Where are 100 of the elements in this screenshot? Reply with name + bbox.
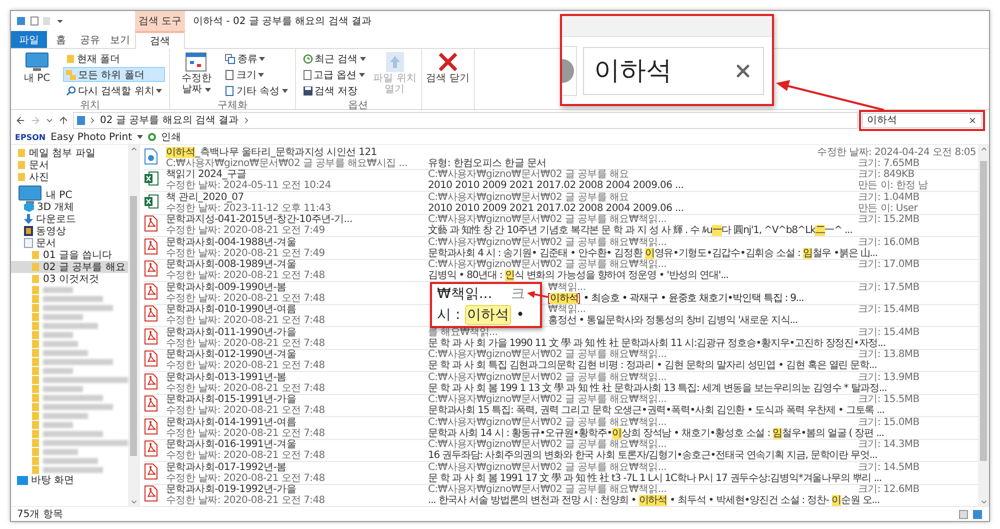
- ribbon-button[interactable]: 종류: [222, 51, 291, 66]
- ribbon-button[interactable]: 수정한 날짜: [174, 51, 218, 98]
- blurred-label: [43, 422, 73, 428]
- pdf-file-icon: [144, 282, 158, 300]
- folder-icon: [77, 116, 85, 124]
- snippet-text: 16 권두좌담: 사회주의권의 변화와 한국 사회 토론자/김형기•송호근•전태국 연속기획 지금, 문학이란 무엇...: [428, 450, 878, 462]
- nav-item[interactable]: 바탕 화면: [11, 474, 128, 486]
- forward-icon[interactable]: [30, 114, 41, 126]
- file-details: 크기: 15.4MB: [858, 304, 920, 316]
- file-name: 책읽기 2024_구글: [166, 169, 246, 180]
- file-row[interactable]: 문학과사회-012-1990년-겨울 수정한 날짜: 2020-08-21 오전 7:48 C:₩사용자₩gizno₩문서₩02 글 공부를 해요₩책읽... 크기: 13.8MB 문 학 과 사 회 특집 김현과그의문학 김현 비평 : 정과리 • 김현 문학의 말자리 성민엽 • 김현 혹은 열린 문학...: [144, 350, 978, 372]
- pdf-file-icon: [144, 440, 158, 458]
- scrollbar[interactable]: [978, 145, 989, 506]
- file-row[interactable]: 문학과사회-019-1992년-가을 수정한 날짜: 2020-08-21 오전 7:48 C:₩사용자₩gizno₩문서₩02 글 공부를 해요₩책읽... 크기: 12.6MB ... 한국사 서술 방법론의 변천과 전망 시 : 천양희 • 이하석 • 최두석 • 박세현•양진건 소설 : 정찬- 이순원 오...: [144, 484, 978, 507]
- nav-item[interactable]: 내 PC: [11, 189, 128, 201]
- file-name: 이하석_측백나무 울타리_문학과지성 시인선 121: [166, 146, 377, 158]
- up-icon[interactable]: [58, 114, 69, 126]
- file-path: C:₩사용자₩gizno₩문서₩02 글 공부를 해요₩책읽...: [428, 236, 667, 248]
- clear-icon[interactable]: [968, 116, 977, 124]
- download-icon: [24, 214, 33, 224]
- blurred-label: [43, 358, 113, 364]
- highlighted-match: 이하석: [465, 305, 512, 325]
- scroll-up-icon[interactable]: [130, 145, 138, 153]
- ribbon-tab[interactable]: 보기: [105, 31, 135, 48]
- back-icon[interactable]: [15, 114, 26, 126]
- file-details: 크기: 16.0MB: [858, 236, 920, 248]
- file-details: 수정한 날짜: 2020-08-21 오전 7:48: [166, 338, 325, 349]
- ribbon-tab[interactable]: 홈: [47, 31, 75, 48]
- file-details: 수정한 날짜: 2020-08-21 오전 7:48: [166, 495, 325, 506]
- file-path: ₩책읽...: [548, 282, 586, 293]
- scroll-up-icon[interactable]: [980, 145, 988, 153]
- ribbon-tab[interactable]: 공유: [75, 31, 105, 48]
- ribbon-button[interactable]: 현재 폴더: [63, 51, 166, 66]
- file-row[interactable]: 문학과사회-013-1991년-봄 수정한 날짜: 2020-08-21 오전 7:48 C:₩사용자₩gizno₩문서₩02 글 공부를 해요₩책읽... 크기: 13.9MB 문 학 과 사 회 봄 199 1 13 文 學 과 知 性 社 문학과사회 13 특집: 세계 변동을 보는우리의눈 김영수 * 탈과정...: [144, 372, 978, 394]
- snippet-text: 2010 2010 2009 2021 2017.02 2008 2004 2009.06 ...: [428, 202, 684, 214]
- ribbon-button[interactable]: 기타 속성: [222, 83, 291, 98]
- pdf-file-icon: [144, 215, 158, 232]
- file-name: 문학과사회-014-1991년-여름: [166, 416, 296, 428]
- file-path: C:₩사용자₩gizno₩문서₩02 글 공부를 해요₩책읽...: [428, 462, 667, 473]
- ribbon-button[interactable]: 모든 하위 폴더: [63, 67, 166, 82]
- ribbon-button[interactable]: 고급 옵션: [300, 67, 369, 82]
- pdf-file-icon: [144, 418, 158, 435]
- document-icon: [24, 238, 33, 248]
- scrollbar[interactable]: [128, 145, 139, 506]
- pdf-file-icon: [144, 462, 158, 480]
- blurred-label: [43, 304, 113, 310]
- file-name: 문학과사회-004-1988년-겨울: [166, 236, 296, 248]
- nav-item[interactable]: 메일 첨부 파일: [11, 147, 128, 159]
- nav-item[interactable]: 03 이것저것: [11, 273, 128, 285]
- blurred-label: [43, 368, 73, 374]
- ribbon-button[interactable]: 크기: [222, 67, 291, 82]
- ribbon-button[interactable]: 검색 닫기: [426, 51, 470, 97]
- address-bar[interactable]: 02 글 공부를 해요의 검색 결과: [73, 112, 858, 128]
- file-path: ₩책읽...: [548, 304, 586, 316]
- file-details: 수정한 날짜: 2020-08-21 오전 7:48: [166, 450, 325, 462]
- scroll-down-icon[interactable]: [980, 498, 988, 506]
- file-row[interactable]: 문학과사회-014-1991년-여름 수정한 날짜: 2020-08-21 오전 7:48 C:₩사용자₩gizno₩문서₩02 글 공부를 해요₩책읽... 크기: 15.0MB 문학과 사회 14 시 : 황동규•오규원•황학주•이상희 장석남 • 채호기•황성호 소설 : 임철우•봄의 얼굴 ( 장편 ...: [144, 417, 978, 440]
- file-details: 수정한 날짜: 2020-08-21 오전 7:48: [166, 270, 325, 282]
- nav-item[interactable]: 문서: [11, 237, 128, 249]
- file-details: 크기: 15.4MB: [858, 326, 920, 338]
- file-row[interactable]: 문학과사회-004-1988년-겨울 수정한 날짜: 2020-08-21 오전 7:49 C:₩사용자₩gizno₩문서₩02 글 공부를 해요₩책읽... 크기: 16.0MB 문학과사회 4 시 : 송기원• 김준태 • 안수환• 김정환 이영유•기형도•김갑수•김휘승 소설 : 임철우 •붉은 山...: [144, 237, 978, 260]
- view-toggle-icons[interactable]: [959, 510, 983, 518]
- ribbon-button[interactable]: 내 PC: [15, 51, 59, 98]
- floppy-icon: [302, 86, 313, 96]
- nav-item[interactable]: 3D 개체: [11, 201, 128, 213]
- nav-item[interactable]: 문서: [11, 159, 128, 171]
- nav-item[interactable]: 다운로드: [11, 213, 128, 225]
- folders-icon: [66, 70, 76, 80]
- ribbon-tab[interactable]: 파일: [11, 31, 47, 48]
- scroll-down-icon[interactable]: [130, 498, 138, 506]
- snippet-text: 문 학 과 사 회 가을 1990 11 文 學 과 知 性 社 문학과사회 11 시:김광규 정호승•황지우•고진하 장정진•자정...: [428, 338, 886, 349]
- nav-item[interactable]: 02 글 공부를 해요: [11, 261, 128, 273]
- blurred-label: [43, 322, 98, 328]
- snippet-text: 문 학 과 사 회 봄 199 1 13 文 學 과 知 性 社 문학과사회 13 특집: 세계 변동을 보는우리의눈 김영수 * 탈과정...: [428, 382, 887, 394]
- nav-item[interactable]: 사진: [11, 171, 128, 183]
- ribbon-button[interactable]: 다시 검색할 위치: [63, 83, 166, 98]
- snippet-text: 2010 2010 2009 2021 2017.02 2008 2004 2009.06 ...: [428, 180, 684, 192]
- file-row[interactable]: 문학과사회-015-1991년-가을 수정한 날짜: 2020-08-21 오전 7:48 C:₩사용자₩gizno₩문서₩02 글 공부를 해요₩책읽... 크기: 15.5MB 문학과사회 15 특집: 폭력, 권력 그리고 문학 오생근•권력•폭력•사회 김인환 • 도식과 폭력 우찬제 • 그토록 ...: [144, 394, 978, 417]
- file-row[interactable]: 이하석_측백나무 울타리_문학과지성 시인선 121 C:₩사용자₩gizno₩문서₩02 글 공부를 해요₩시집 ... 수정한 날짜: 2024-04-24 오전 8:05 유형: 한컴오피스 한글 문서 크기: 7.65MB: [144, 147, 978, 170]
- blurred-label: [43, 394, 103, 400]
- group-label: 위치: [79, 99, 102, 110]
- file-row[interactable]: 책 관리_2020_07 수정한 날짜: 2023-11-12 오후 11:43 C:₩사용자₩gizno₩문서₩02 글 공부를 해요 크기: 1.04MB 2010 2010 2009 2021 2017.02 2008 2004 2009.06 ... 만든 이: User: [144, 192, 978, 214]
- file-row[interactable]: 문학과사회-017-1992년-봄 수정한 날짜: 2020-08-21 오전 7:48 C:₩사용자₩gizno₩문서₩02 글 공부를 해요₩책읽... 크기: 14.5MB 문 학 과 사 회 봄 1991 17 文 學 과 知 性 社 t3 -7L 1 L시 1C학나 P시 17 권두수상:김병익*겨울나무의 뿌리 ...: [144, 462, 978, 484]
- file-name: 문학과사회-011-1990년-가을: [166, 326, 296, 338]
- pdf-file-icon: [144, 350, 158, 368]
- file-row[interactable]: 문학과사회-016-1991년-겨울 수정한 날짜: 2020-08-21 오전 7:48 C:₩사용자₩gizno₩문서₩02 글 공부를 해요₩책읽... 크기: 14.3MB 16 권두좌담: 사회주의권의 변화와 한국 사회 토론자/김형기•송호근•전태국 연속기획 지금, 문학이란 무엇...: [144, 440, 978, 462]
- blurred-label: [43, 332, 73, 338]
- file-details: 수정한 날짜: 2023-11-12 오후 11:43: [166, 202, 331, 214]
- ribbon-button[interactable]: 최근 검색: [300, 51, 369, 66]
- snippet-text: ... 한국사 서술 방법론의 변천과 전망 시 : 천양희 • 이하석 • 최두석 • 박세현•양진건 소설 : 정찬- 이순원 오...: [428, 495, 880, 506]
- callout-path: ₩책읽...: [437, 285, 492, 303]
- file-details: C:₩사용자₩gizno₩문서₩02 글 공부를 해요₩시집 ...: [166, 158, 408, 169]
- file-row[interactable]: 책읽기 2024_구글 수정한 날짜: 2024-05-11 오전 10:24 C:₩사용자₩gizno₩문서₩02 글 공부를 해요 크기: 849KB 2010 2010 2009 2021 2017.02 2008 2004 2009.06 ... 만든 이: 한정 남: [144, 170, 978, 192]
- nav-item[interactable]: 동영상: [11, 225, 128, 237]
- ribbon-tab[interactable]: 검색: [135, 31, 185, 49]
- ribbon-button[interactable]: 검색 저장: [300, 83, 369, 98]
- file-details: 수정한 날짜: 2024-04-24 오전 8:05: [817, 146, 976, 158]
- app-menu[interactable]: Easy Photo Print: [50, 132, 132, 142]
- nav-item[interactable]: 01 글을 씁니다: [11, 249, 128, 261]
- print-button[interactable]: 인쇄: [161, 130, 182, 144]
